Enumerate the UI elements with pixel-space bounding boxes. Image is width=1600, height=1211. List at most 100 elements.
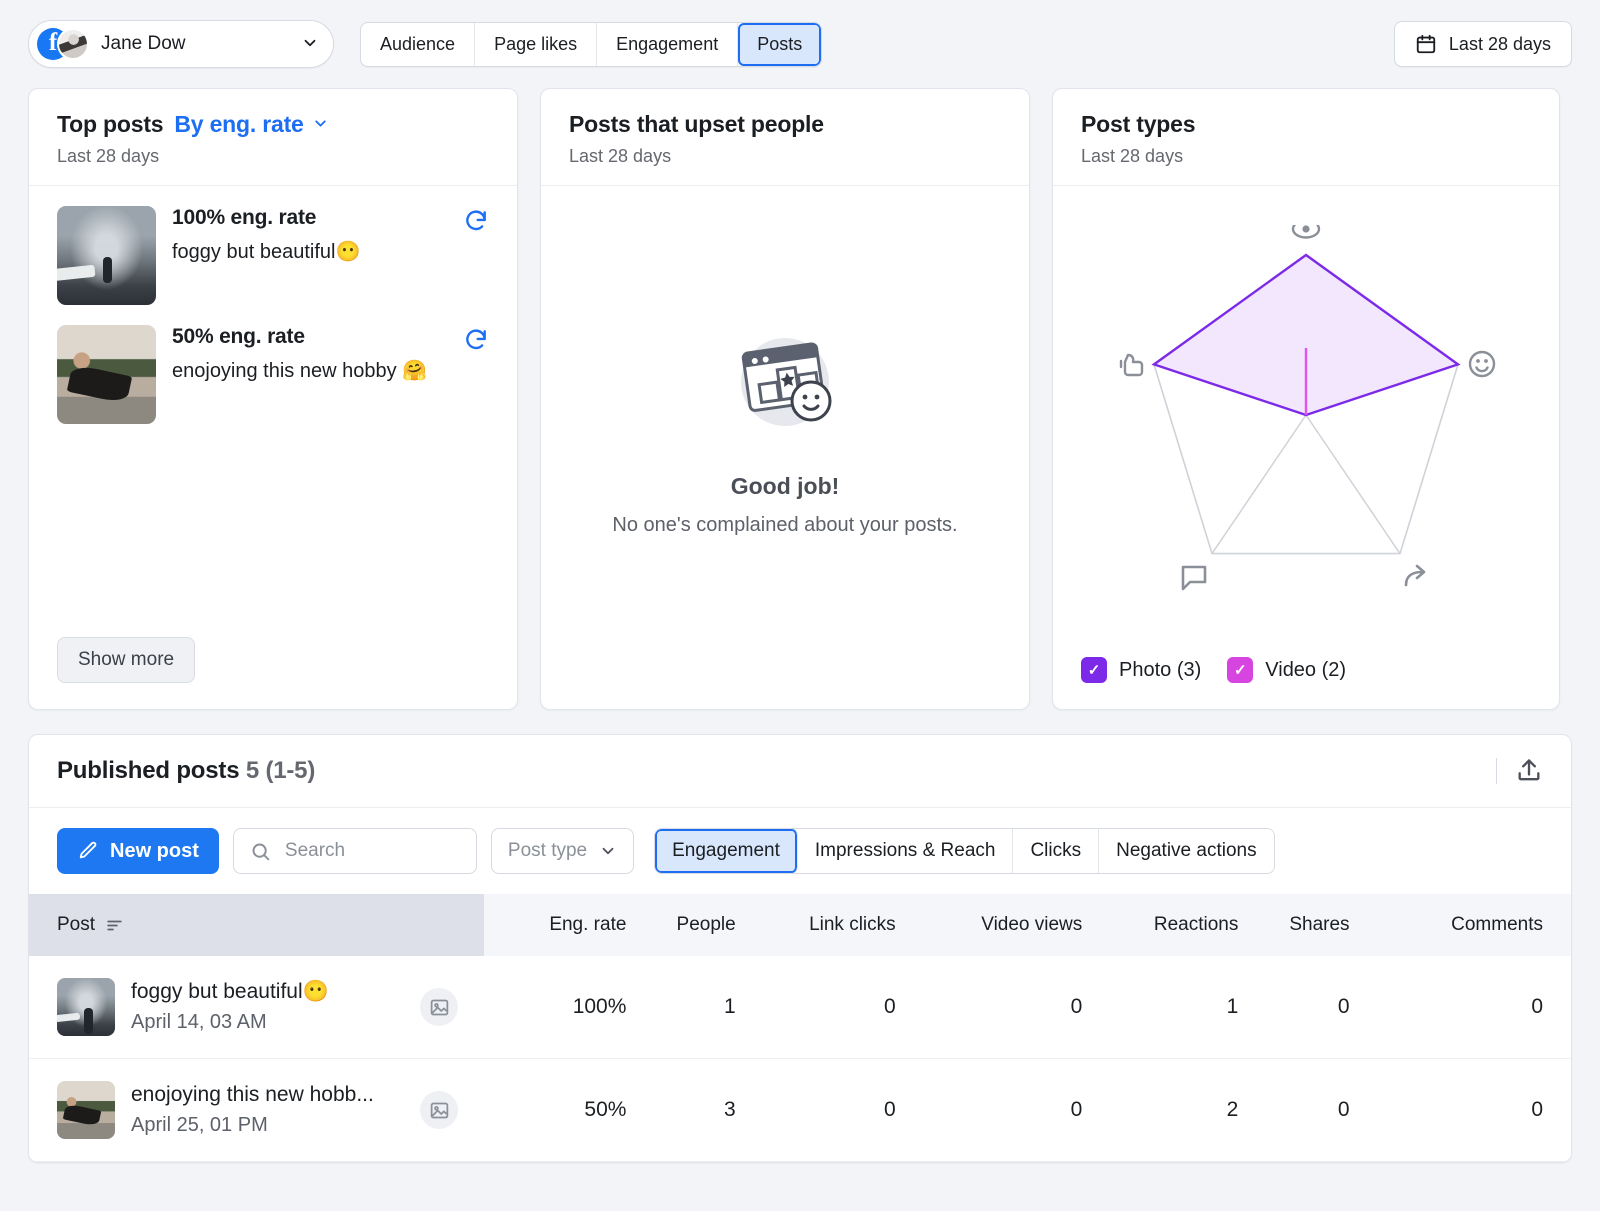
legend-item-photo[interactable]: ✓ Photo (3) bbox=[1081, 657, 1201, 683]
top-post-rate: 100% eng. rate bbox=[172, 206, 447, 230]
column-people[interactable]: People bbox=[626, 894, 735, 956]
cell-comments: 0 bbox=[1350, 1059, 1571, 1162]
tab-clicks[interactable]: Clicks bbox=[1013, 829, 1099, 873]
top-post-item[interactable]: 100% eng. rate foggy but beautiful😶 bbox=[57, 186, 489, 305]
checkbox-checked-icon[interactable]: ✓ bbox=[1081, 657, 1107, 683]
table-body: foggy but beautiful😶 April 14, 03 AM 100… bbox=[29, 956, 1571, 1162]
cell-post[interactable]: enojoying this new hobb... April 25, 01 … bbox=[29, 1059, 484, 1162]
top-posts-card: Top posts By eng. rate Last 28 days 100%… bbox=[28, 88, 518, 710]
cell-shares: 0 bbox=[1238, 1059, 1349, 1162]
post-thumbnail bbox=[57, 206, 156, 305]
divider bbox=[1496, 758, 1497, 784]
profile-photo bbox=[57, 28, 89, 60]
cell-eng-rate: 100% bbox=[484, 956, 626, 1059]
overview-cards: Top posts By eng. rate Last 28 days 100%… bbox=[0, 88, 1600, 710]
comment-icon bbox=[1183, 567, 1205, 589]
tab-impressions-reach[interactable]: Impressions & Reach bbox=[798, 829, 1014, 873]
published-posts-panel: Published posts 5 (1-5) New post Post ty… bbox=[28, 734, 1572, 1163]
column-reactions[interactable]: Reactions bbox=[1082, 894, 1238, 956]
cell-video-views: 0 bbox=[896, 1059, 1083, 1162]
radar-legend: ✓ Photo (3) ✓ Video (2) bbox=[1081, 657, 1531, 709]
table-row[interactable]: foggy but beautiful😶 April 14, 03 AM 100… bbox=[29, 956, 1571, 1059]
tab-audience[interactable]: Audience bbox=[361, 23, 475, 66]
tab-engagement-metric[interactable]: Engagement bbox=[655, 829, 798, 873]
empty-state-title: Good job! bbox=[731, 473, 840, 500]
cell-people: 1 bbox=[626, 956, 735, 1059]
post-thumbnail bbox=[57, 1081, 115, 1139]
post-types-body: ✓ Photo (3) ✓ Video (2) bbox=[1053, 186, 1559, 709]
radar-chart-svg bbox=[1086, 225, 1526, 625]
legend-item-video[interactable]: ✓ Video (2) bbox=[1227, 657, 1346, 683]
image-icon bbox=[420, 988, 458, 1026]
boost-refresh-icon[interactable] bbox=[463, 206, 489, 239]
column-post[interactable]: Post bbox=[29, 894, 484, 956]
cell-reactions: 2 bbox=[1082, 1059, 1238, 1162]
cell-reactions: 1 bbox=[1082, 956, 1238, 1059]
show-more-button[interactable]: Show more bbox=[57, 637, 195, 683]
top-posts-title-row: Top posts By eng. rate bbox=[57, 111, 489, 138]
upset-posts-body: Good job! No one's complained about your… bbox=[541, 186, 1029, 709]
page-selector-left: f Jane Dow bbox=[37, 27, 186, 61]
table-header: Post Eng. rate People Link clicks Video … bbox=[29, 894, 1571, 956]
empty-state-text: No one's complained about your posts. bbox=[612, 514, 957, 537]
top-posts-title: Top posts bbox=[57, 111, 163, 138]
page-name: Jane Dow bbox=[101, 33, 186, 55]
post-thumbnail bbox=[57, 325, 156, 424]
top-post-meta: 100% eng. rate foggy but beautiful😶 bbox=[172, 206, 447, 264]
search-icon bbox=[250, 841, 271, 862]
upset-posts-header: Posts that upset people Last 28 days bbox=[541, 89, 1029, 186]
tab-negative-actions[interactable]: Negative actions bbox=[1099, 829, 1273, 873]
section-tabs: Audience Page likes Engagement Posts bbox=[360, 22, 822, 67]
cell-shares: 0 bbox=[1238, 956, 1349, 1059]
column-shares[interactable]: Shares bbox=[1238, 894, 1349, 956]
tab-posts[interactable]: Posts bbox=[738, 23, 821, 66]
radar-chart bbox=[1081, 186, 1531, 657]
top-post-item[interactable]: 50% eng. rate enojoying this new hobby 🤗 bbox=[57, 305, 489, 424]
top-posts-sort-label: By eng. rate bbox=[174, 111, 303, 138]
page-selector[interactable]: f Jane Dow bbox=[28, 20, 334, 68]
upset-posts-title: Posts that upset people bbox=[569, 111, 1001, 138]
published-posts-title: Published posts bbox=[57, 757, 239, 784]
post-type-select[interactable]: Post type bbox=[491, 828, 634, 874]
column-post-label: Post bbox=[57, 914, 95, 936]
cell-video-views: 0 bbox=[896, 956, 1083, 1059]
search-box[interactable] bbox=[233, 828, 477, 874]
eye-icon bbox=[1293, 225, 1319, 238]
tab-engagement[interactable]: Engagement bbox=[597, 23, 738, 66]
post-types-title: Post types bbox=[1081, 111, 1531, 138]
top-posts-sort-dropdown[interactable]: By eng. rate bbox=[174, 111, 328, 138]
published-posts-title-row: Published posts 5 (1-5) bbox=[57, 757, 315, 785]
new-post-button[interactable]: New post bbox=[57, 828, 219, 874]
column-link-clicks[interactable]: Link clicks bbox=[736, 894, 896, 956]
new-post-label: New post bbox=[110, 840, 199, 863]
top-posts-body: 100% eng. rate foggy but beautiful😶 50% … bbox=[29, 186, 517, 709]
upload-export-icon[interactable] bbox=[1515, 757, 1543, 785]
table-header-row: Post Eng. rate People Link clicks Video … bbox=[29, 894, 1571, 956]
boost-refresh-icon[interactable] bbox=[463, 325, 489, 358]
legend-label-photo: Photo (3) bbox=[1119, 659, 1201, 682]
column-video-views[interactable]: Video views bbox=[896, 894, 1083, 956]
legend-label-video: Video (2) bbox=[1265, 659, 1346, 682]
cell-comments: 0 bbox=[1350, 956, 1571, 1059]
date-range-picker[interactable]: Last 28 days bbox=[1394, 21, 1572, 67]
post-date: April 25, 01 PM bbox=[131, 1114, 404, 1137]
chevron-down-icon bbox=[312, 115, 329, 135]
checkbox-checked-icon[interactable]: ✓ bbox=[1227, 657, 1253, 683]
published-posts-header: Published posts 5 (1-5) bbox=[29, 735, 1571, 808]
column-eng-rate[interactable]: Eng. rate bbox=[484, 894, 626, 956]
thumbs-up-icon bbox=[1121, 355, 1142, 375]
sort-icon[interactable] bbox=[105, 916, 124, 935]
post-thumbnail bbox=[57, 978, 115, 1036]
cell-link-clicks: 0 bbox=[736, 956, 896, 1059]
tab-page-likes[interactable]: Page likes bbox=[475, 23, 597, 66]
top-post-meta: 50% eng. rate enojoying this new hobby 🤗 bbox=[172, 325, 447, 383]
published-posts-table: Post Eng. rate People Link clicks Video … bbox=[29, 894, 1571, 1162]
avatar: f bbox=[37, 27, 89, 61]
column-comments[interactable]: Comments bbox=[1350, 894, 1571, 956]
search-input[interactable] bbox=[283, 839, 460, 863]
table-row[interactable]: enojoying this new hobb... April 25, 01 … bbox=[29, 1059, 1571, 1162]
chevron-down-icon bbox=[301, 34, 319, 55]
top-post-rate: 50% eng. rate bbox=[172, 325, 447, 349]
cell-post[interactable]: foggy but beautiful😶 April 14, 03 AM bbox=[29, 956, 484, 1059]
empty-state: Good job! No one's complained about your… bbox=[569, 186, 1001, 709]
